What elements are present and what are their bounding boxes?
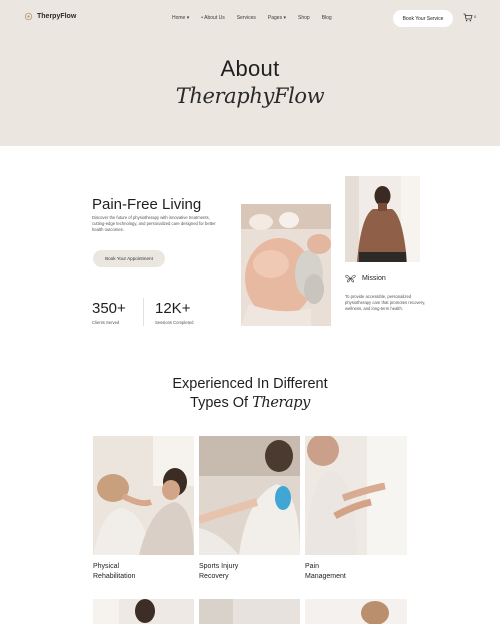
chevron-down-icon: ▾ [186, 15, 190, 21]
stat-label: Clients Served [92, 320, 120, 325]
butterfly-icon [345, 274, 356, 283]
stat-value: 12K+ [155, 300, 191, 317]
nav-item-services[interactable]: Services [237, 15, 256, 21]
mission-header: Mission [345, 274, 386, 283]
service-card-pain-image[interactable] [305, 436, 407, 555]
about-description: Discover the future of physiotherapy wit… [92, 215, 216, 232]
service-card-physical-image[interactable] [93, 436, 194, 555]
cart-icon [463, 13, 473, 22]
book-appointment-button[interactable]: Book Your Appointment [93, 250, 165, 267]
stat-divider [143, 298, 144, 326]
logo[interactable]: TherpyFlow [24, 12, 76, 21]
stat-clients: 350+ Clients Served [92, 300, 126, 325]
nav-item-home-label: Home [172, 15, 186, 21]
service-title-line2: Management [305, 573, 346, 580]
nav-item-home[interactable]: Home ▾ [172, 15, 189, 21]
service-title-line2: Recovery [199, 573, 229, 580]
chevron-down-icon: ▾ [283, 15, 286, 21]
logo-icon [24, 12, 33, 21]
cart-button[interactable]: 0 [463, 13, 476, 22]
nav-item-pages-label: Pages [267, 15, 283, 21]
services-heading-line2: Types Of Therapy [0, 395, 500, 411]
service-card-pain-label[interactable]: Pain Management [305, 562, 346, 582]
about-title: Pain-Free Living [92, 196, 202, 213]
service-card-sports-image[interactable] [199, 436, 300, 555]
service-title-line1: Physical [93, 563, 120, 570]
active-dot-icon: • [201, 15, 204, 21]
nav-item-about-label: About Us [204, 15, 225, 21]
stat-value: 350+ [92, 300, 126, 317]
service-card-image[interactable] [305, 599, 407, 624]
nav-item-about[interactable]: • About Us [201, 15, 224, 21]
service-card-image[interactable] [199, 599, 300, 624]
back-photo [345, 176, 420, 262]
massage-photo [241, 204, 331, 326]
top-nav: TherpyFlow Home ▾ • About Us Services Pa… [0, 0, 500, 36]
services-heading-text: Types Of [190, 395, 249, 411]
service-title-line2: Rehabilitation [93, 573, 136, 580]
brand-name: TherpyFlow [37, 13, 77, 20]
service-card-sports-label[interactable]: Sports Injury Recovery [199, 562, 238, 582]
mission-description: To provide accessible, personalized phys… [345, 294, 426, 311]
book-service-button[interactable]: Book Your Service [393, 10, 453, 27]
page-title: About [220, 56, 280, 81]
nav-item-pages[interactable]: Pages ▾ [268, 15, 286, 21]
service-card-physical-label[interactable]: Physical Rehabilitation [93, 562, 135, 582]
stat-label: Sessions Completed [155, 320, 194, 325]
hero-section: TherpyFlow Home ▾ • About Us Services Pa… [0, 0, 500, 146]
page-subtitle: TheraphyFlow [175, 84, 325, 108]
nav-item-blog[interactable]: Blog [322, 15, 332, 21]
mission-title: Mission [362, 275, 386, 282]
stat-sessions: 12K+ Sessions Completed [155, 300, 193, 325]
cart-count: 0 [474, 14, 477, 19]
nav-item-shop[interactable]: Shop [298, 15, 310, 21]
service-card-image[interactable] [93, 599, 194, 624]
services-heading-script: Therapy [252, 395, 310, 411]
service-title-line1: Pain [305, 563, 320, 570]
services-heading-line1: Experienced In Different [172, 376, 328, 392]
main-menu: Home ▾ • About Us Services Pages ▾ Shop … [172, 15, 332, 21]
service-title-line1: Sports Injury [199, 563, 239, 570]
